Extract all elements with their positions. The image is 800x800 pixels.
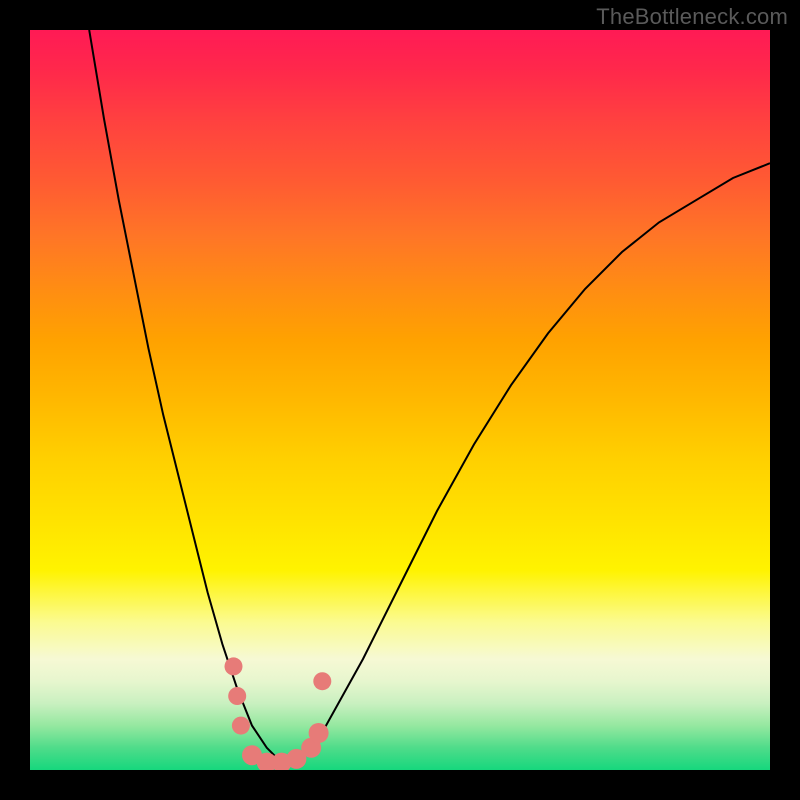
bottleneck-curve [89, 30, 770, 763]
data-marker [228, 687, 246, 705]
chart-container: TheBottleneck.com [0, 0, 800, 800]
data-marker [313, 672, 331, 690]
watermark-text: TheBottleneck.com [596, 4, 788, 30]
chart-svg [30, 30, 770, 770]
curve-layer [89, 30, 770, 763]
data-marker [225, 657, 243, 675]
data-marker [309, 723, 329, 743]
data-marker [232, 717, 250, 735]
marker-layer [225, 657, 332, 770]
plot-area [30, 30, 770, 770]
